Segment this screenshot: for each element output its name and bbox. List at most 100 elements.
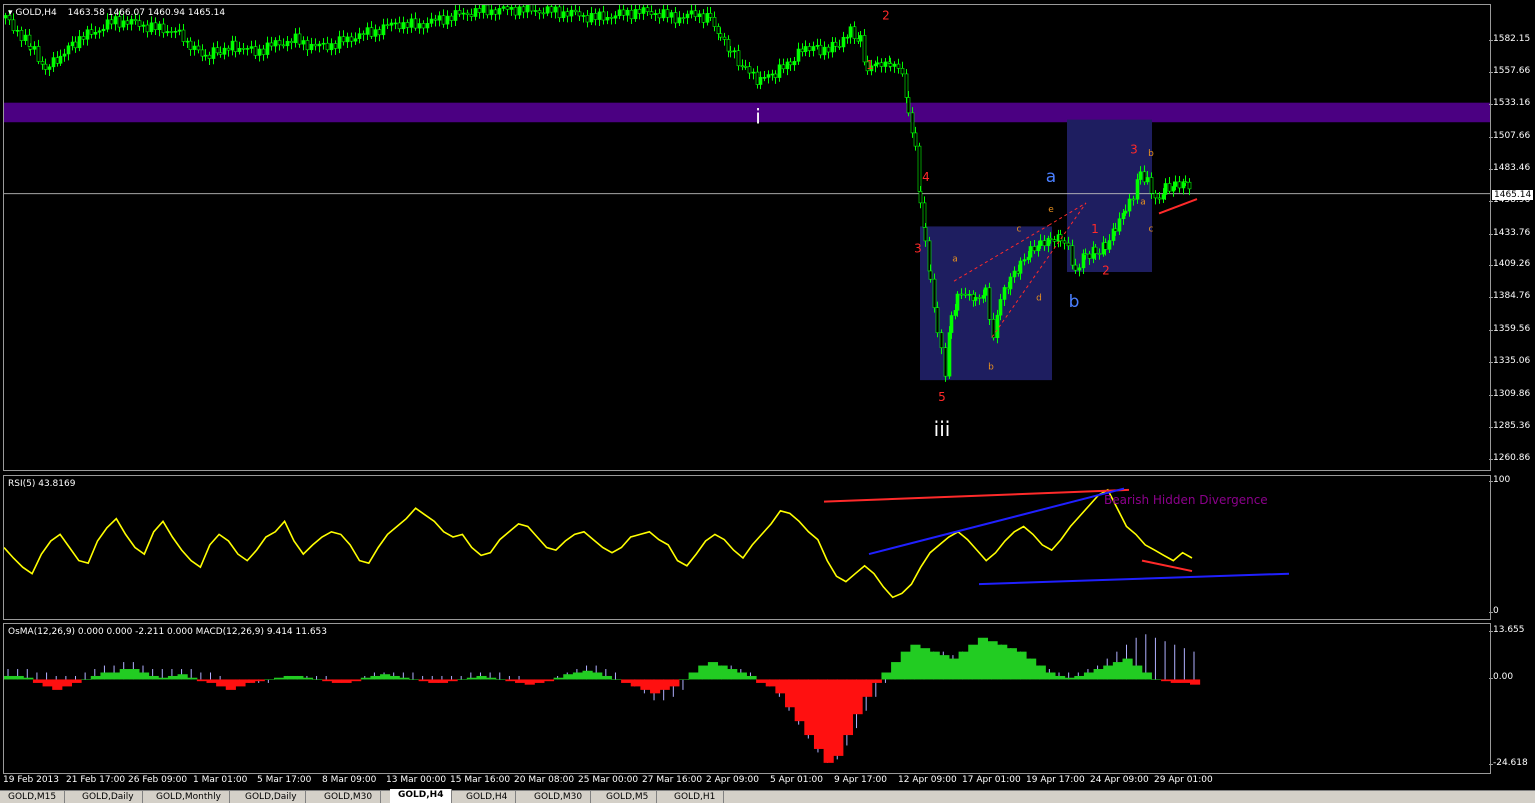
chart-tab[interactable]: GOLD,M30: [316, 791, 382, 803]
candle-body: [517, 6, 522, 16]
candle-body: [469, 14, 474, 17]
macd-pane[interactable]: OsMA(12,26,9) 0.000 0.000 -2.211 0.000 M…: [3, 623, 1491, 774]
osma-bar: [785, 679, 796, 708]
ohlc-values: 1463.58 1466.07 1460.94 1465.14: [67, 8, 226, 18]
time-tick-label: 1 Mar 01:00: [193, 775, 248, 785]
osma-bar: [553, 677, 564, 680]
osma-bar: [862, 679, 873, 697]
time-tick-label: 27 Mar 16:00: [642, 775, 703, 785]
candle-body: [317, 43, 322, 47]
osma-bar: [804, 679, 815, 736]
candle-body: [125, 20, 130, 25]
price-tick-label: 1335.06: [1488, 356, 1531, 367]
osma-bar: [437, 679, 449, 683]
candle-body: [977, 297, 982, 299]
osma-bar: [881, 672, 892, 680]
wave-label: 1: [1091, 222, 1099, 236]
wave-label: i: [755, 105, 761, 129]
candle-body: [561, 11, 566, 19]
osma-bar: [370, 675, 381, 680]
candle-body: [281, 44, 286, 47]
osma-bar: [563, 674, 574, 680]
candle-body: [1183, 181, 1188, 183]
wave-label: b: [1148, 149, 1154, 159]
candle-body: [1107, 240, 1112, 250]
candle-body: [381, 24, 386, 36]
candle-body: [385, 24, 390, 27]
osma-bar: [245, 679, 256, 683]
divergence-annotation: Bearish Hidden Divergence: [1104, 493, 1268, 507]
chart-tab[interactable]: GOLD,H4: [458, 791, 517, 803]
price-tick-label: 1285.36: [1488, 420, 1531, 431]
candle-body: [505, 6, 510, 10]
osma-bar: [1112, 662, 1124, 680]
osma-bar: [486, 677, 497, 680]
osma-bar: [929, 651, 940, 680]
candle-body: [121, 20, 126, 28]
osma-bar: [457, 679, 468, 680]
osma-bar: [1026, 658, 1037, 680]
candle-body: [726, 39, 731, 52]
time-tick-label: 19 Feb 2013: [3, 775, 60, 785]
osma-bar: [1190, 679, 1201, 685]
candle-body: [913, 132, 918, 147]
candle-body: [1062, 240, 1067, 244]
candle-body: [701, 13, 706, 23]
candle-body: [747, 66, 752, 74]
candle-body: [77, 36, 82, 49]
candle-body: [489, 9, 494, 16]
candle-body: [23, 34, 28, 41]
candle-body: [192, 45, 197, 50]
candle-body: [429, 18, 434, 24]
candle-body: [453, 10, 458, 21]
osma-bar: [688, 672, 699, 680]
chart-tab[interactable]: GOLD,H4: [390, 789, 453, 803]
wave-label: 4: [922, 170, 930, 184]
osma-bar: [1055, 675, 1066, 680]
wave-label: iii: [934, 417, 951, 441]
chart-tab[interactable]: GOLD,M30: [526, 791, 592, 803]
price-axis: 1582.151557.661533.161507.661483.461458.…: [1488, 4, 1535, 471]
chart-tab[interactable]: GOLD,Monthly: [148, 791, 230, 803]
osma-bar: [1103, 665, 1114, 680]
osma-bar: [129, 669, 140, 680]
macd-axis: 13.655 0.00 -24.618: [1488, 623, 1535, 774]
chart-tab[interactable]: GOLD,H1: [666, 791, 725, 803]
osma-bar: [90, 675, 101, 680]
candle-body: [11, 19, 16, 31]
candle-body: [613, 15, 618, 19]
candle-body: [437, 15, 442, 21]
candle-body: [888, 63, 893, 67]
candle-body: [932, 278, 937, 308]
candle-body: [949, 315, 954, 333]
candle-body: [145, 24, 150, 33]
rsi-pane[interactable]: RSI(5) 43.8169 Bearish Hidden Divergence: [3, 475, 1491, 620]
current-price-tag: 1465.14: [1492, 190, 1534, 200]
candle-body: [329, 43, 334, 51]
time-tick-label: 5 Apr 01:00: [770, 775, 823, 785]
candle-body: [923, 227, 928, 242]
candle-body: [28, 46, 33, 50]
candle-body: [253, 46, 258, 56]
candle-body: [222, 47, 227, 55]
candle-body: [569, 9, 574, 17]
candle-body: [751, 71, 756, 74]
candle-body: [40, 61, 45, 65]
osma-bar: [871, 679, 882, 683]
wave-label: b: [1069, 292, 1080, 312]
chart-tab[interactable]: GOLD,Daily: [237, 791, 306, 803]
candle-body: [349, 36, 354, 42]
dropdown-icon[interactable]: ▾: [8, 8, 13, 18]
price-tick-label: 1507.66: [1488, 131, 1531, 142]
price-chart-pane[interactable]: i iii 1 2 4 3 5 a b a b c d e 1 2 3 b a c ▾ GOLD,H4 1463.58…: [3, 4, 1491, 471]
candle-body: [1167, 183, 1172, 192]
candle-body: [188, 40, 193, 50]
osma-bar: [293, 675, 304, 680]
chart-tab[interactable]: GOLD,Daily: [74, 791, 143, 803]
chart-tab[interactable]: GOLD,M5: [598, 791, 658, 803]
osma-bar: [968, 644, 979, 680]
candle-body: [673, 12, 678, 24]
osma-bar: [418, 679, 429, 682]
candle-body: [811, 46, 816, 51]
chart-tab[interactable]: GOLD,M15: [0, 791, 66, 803]
